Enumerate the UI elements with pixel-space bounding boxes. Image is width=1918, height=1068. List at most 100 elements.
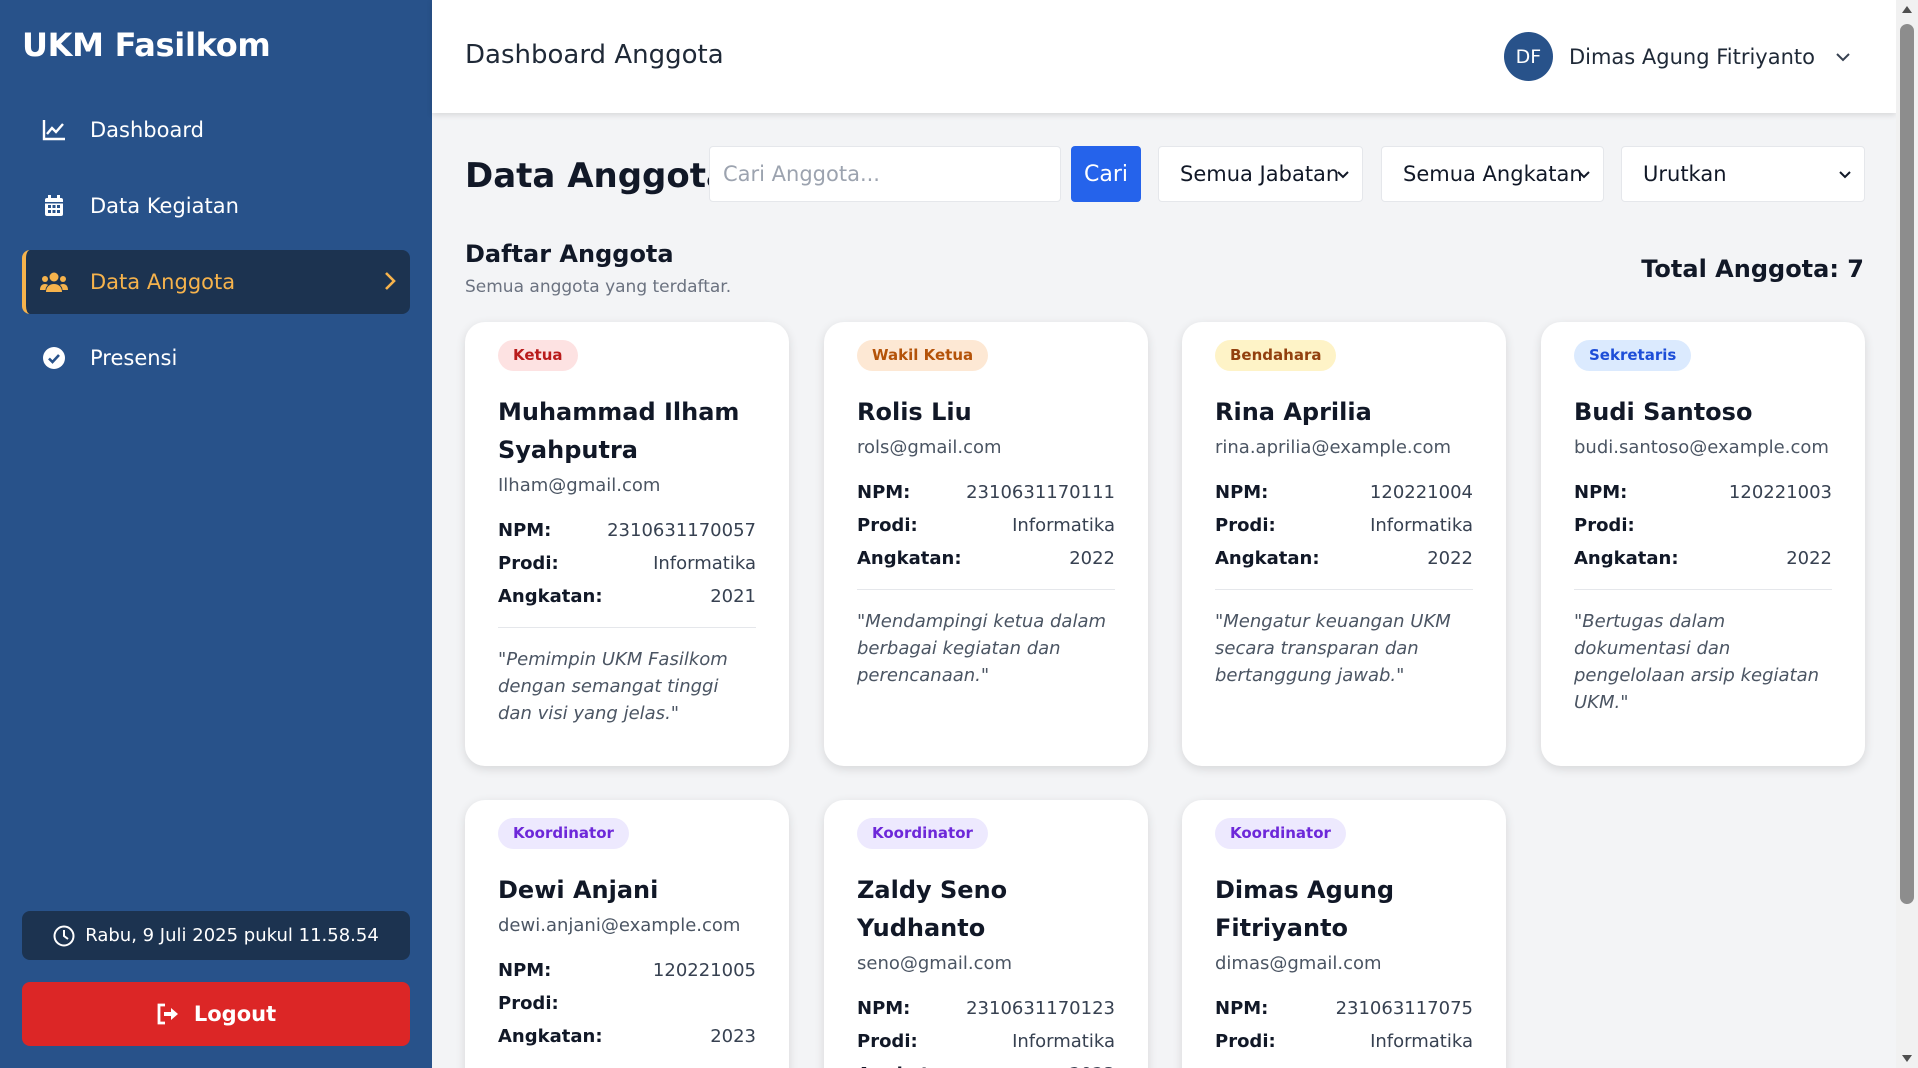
sidebar-item-label: Data Anggota	[90, 270, 236, 294]
angkatan-label: Angkatan:	[1215, 548, 1320, 569]
angkatan-value: 2022	[1786, 548, 1832, 569]
vertical-scrollbar[interactable]	[1896, 0, 1918, 1068]
angkatan-label: Angkatan:	[857, 1064, 962, 1068]
member-card[interactable]: Koordinator Zaldy Seno Yudhanto seno@gma…	[824, 800, 1148, 1068]
angkatan-label: Angkatan:	[1574, 548, 1679, 569]
member-card[interactable]: Bendahara Rina Aprilia rina.aprilia@exam…	[1182, 322, 1506, 766]
member-quote: "Pemimpin UKM Fasilkom dengan semangat t…	[498, 649, 728, 724]
divider	[857, 589, 1115, 590]
prodi-value: Informatika	[1012, 515, 1115, 536]
sidebar-nav: Dashboard Data Kegiatan Data Anggota Pre…	[22, 98, 410, 402]
prodi-label: Prodi:	[498, 553, 559, 574]
users-icon	[40, 268, 68, 296]
filter-angkatan-select[interactable]: Semua Angkatan	[1381, 146, 1604, 202]
filter-jabatan-select[interactable]: Semua Jabatan	[1158, 146, 1363, 202]
calendar-icon	[40, 192, 68, 220]
angkatan-label: Angkatan:	[857, 548, 962, 569]
header-title: Dashboard Anggota	[465, 40, 724, 70]
npm-label: NPM:	[1215, 482, 1269, 503]
sort-select[interactable]: Urutkan	[1621, 146, 1865, 202]
npm-label: NPM:	[857, 998, 911, 1019]
npm-label: NPM:	[1574, 482, 1628, 503]
list-subtitle: Semua anggota yang terdaftar.	[465, 277, 732, 297]
member-quote: "Bertugas dalam dokumentasi dan pengelol…	[1574, 611, 1820, 713]
member-email: dimas@gmail.com	[1215, 953, 1382, 974]
user-menu[interactable]: DF Dimas Agung Fitriyanto	[1503, 32, 1851, 81]
logout-button[interactable]: Logout	[22, 982, 410, 1046]
sidebar-item-data-anggota[interactable]: Data Anggota	[22, 250, 410, 314]
npm-label: NPM:	[498, 520, 552, 541]
prodi-label: Prodi:	[857, 515, 918, 536]
member-name: Zaldy Seno Yudhanto	[857, 876, 1008, 942]
member-quote: "Mendampingi ketua dalam berbagai kegiat…	[857, 611, 1107, 686]
member-name: Budi Santoso	[1574, 398, 1753, 426]
member-card[interactable]: Koordinator Dewi Anjani dewi.anjani@exam…	[465, 800, 789, 1068]
member-email: seno@gmail.com	[857, 953, 1013, 974]
role-badge: Koordinator	[498, 818, 629, 849]
angkatan-value: 2022	[1427, 548, 1473, 569]
scroll-thumb[interactable]	[1900, 24, 1914, 904]
chevron-down-icon	[1839, 171, 1851, 179]
member-name: Dewi Anjani	[498, 876, 659, 904]
check-circle-icon	[40, 344, 68, 372]
sidebar-item-label: Dashboard	[90, 118, 204, 142]
logout-icon	[157, 1003, 178, 1025]
logout-label: Logout	[193, 1002, 277, 1026]
angkatan-value: 2021	[710, 586, 756, 607]
sort-value: Urutkan	[1643, 162, 1727, 186]
list-title: Daftar Anggota	[465, 240, 674, 268]
prodi-label: Prodi:	[498, 993, 559, 1014]
prodi-label: Prodi:	[1215, 1031, 1276, 1052]
scroll-up-arrow-icon[interactable]	[1902, 6, 1912, 13]
role-badge: Sekretaris	[1574, 340, 1692, 371]
prodi-label: Prodi:	[1215, 515, 1276, 536]
prodi-label: Prodi:	[1574, 515, 1635, 536]
member-card[interactable]: Sekretaris Budi Santoso budi.santoso@exa…	[1541, 322, 1865, 766]
search-button[interactable]: Cari	[1071, 146, 1141, 202]
sidebar-item-data-kegiatan[interactable]: Data Kegiatan	[22, 174, 410, 238]
member-name: Rina Aprilia	[1215, 398, 1372, 426]
search-input[interactable]: Cari Anggota...	[709, 146, 1061, 202]
chevron-down-icon	[1337, 171, 1349, 179]
npm-value: 120221003	[1728, 482, 1832, 503]
chevron-right-icon	[384, 270, 396, 297]
sidebar-item-presensi[interactable]: Presensi	[22, 326, 410, 390]
member-name: Muhammad Ilham Syahputra	[498, 398, 740, 464]
sidebar-item-label: Data Kegiatan	[90, 194, 239, 218]
npm-value: 120221004	[1369, 482, 1473, 503]
total-members: Total Anggota: 7	[1641, 255, 1864, 283]
clock-icon	[53, 925, 75, 946]
role-badge: Ketua	[498, 340, 578, 371]
member-card[interactable]: Ketua Muhammad Ilham Syahputra Ilham@gma…	[465, 322, 789, 766]
brand-title: UKM Fasilkom	[22, 26, 271, 64]
datetime-display: Rabu, 9 Juli 2025 pukul 11.58.54	[22, 911, 410, 960]
chevron-down-icon	[1578, 171, 1590, 179]
chart-line-icon	[40, 116, 68, 144]
npm-value: 2310631170123	[966, 998, 1115, 1019]
scroll-down-arrow-icon[interactable]	[1902, 1055, 1912, 1062]
angkatan-label: Angkatan:	[498, 1026, 603, 1047]
datetime-text: Rabu, 9 Juli 2025 pukul 11.58.54	[85, 925, 379, 946]
avatar: DF	[1503, 32, 1553, 81]
npm-label: NPM:	[1215, 998, 1269, 1019]
npm-value: 120221005	[652, 960, 756, 981]
angkatan-label: Angkatan:	[498, 586, 603, 607]
page-title: Data Anggota	[465, 156, 729, 196]
npm-value: 2310631170111	[966, 482, 1115, 503]
sidebar: UKM Fasilkom Dashboard Data Kegiatan Dat…	[0, 0, 432, 1068]
angkatan-value: 2023	[710, 1026, 756, 1047]
npm-value: 2310631170057	[607, 520, 756, 541]
member-card[interactable]: Wakil Ketua Rolis Liu rols@gmail.com NPM…	[824, 322, 1148, 766]
member-email: budi.santoso@example.com	[1574, 437, 1829, 458]
member-email: rols@gmail.com	[857, 437, 1002, 458]
prodi-value: Informatika	[1370, 515, 1473, 536]
member-quote: "Mengatur keuangan UKM secara transparan…	[1215, 611, 1451, 686]
member-card[interactable]: Koordinator Dimas Agung Fitriyanto dimas…	[1182, 800, 1506, 1068]
prodi-value: Informatika	[1012, 1031, 1115, 1052]
filter-angkatan-value: Semua Angkatan	[1403, 162, 1583, 186]
top-header: Dashboard Anggota DF Dimas Agung Fitriya…	[432, 0, 1896, 113]
member-email: rina.aprilia@example.com	[1215, 437, 1452, 458]
divider	[1215, 589, 1473, 590]
sidebar-item-dashboard[interactable]: Dashboard	[22, 98, 410, 162]
filter-jabatan-value: Semua Jabatan	[1180, 162, 1340, 186]
